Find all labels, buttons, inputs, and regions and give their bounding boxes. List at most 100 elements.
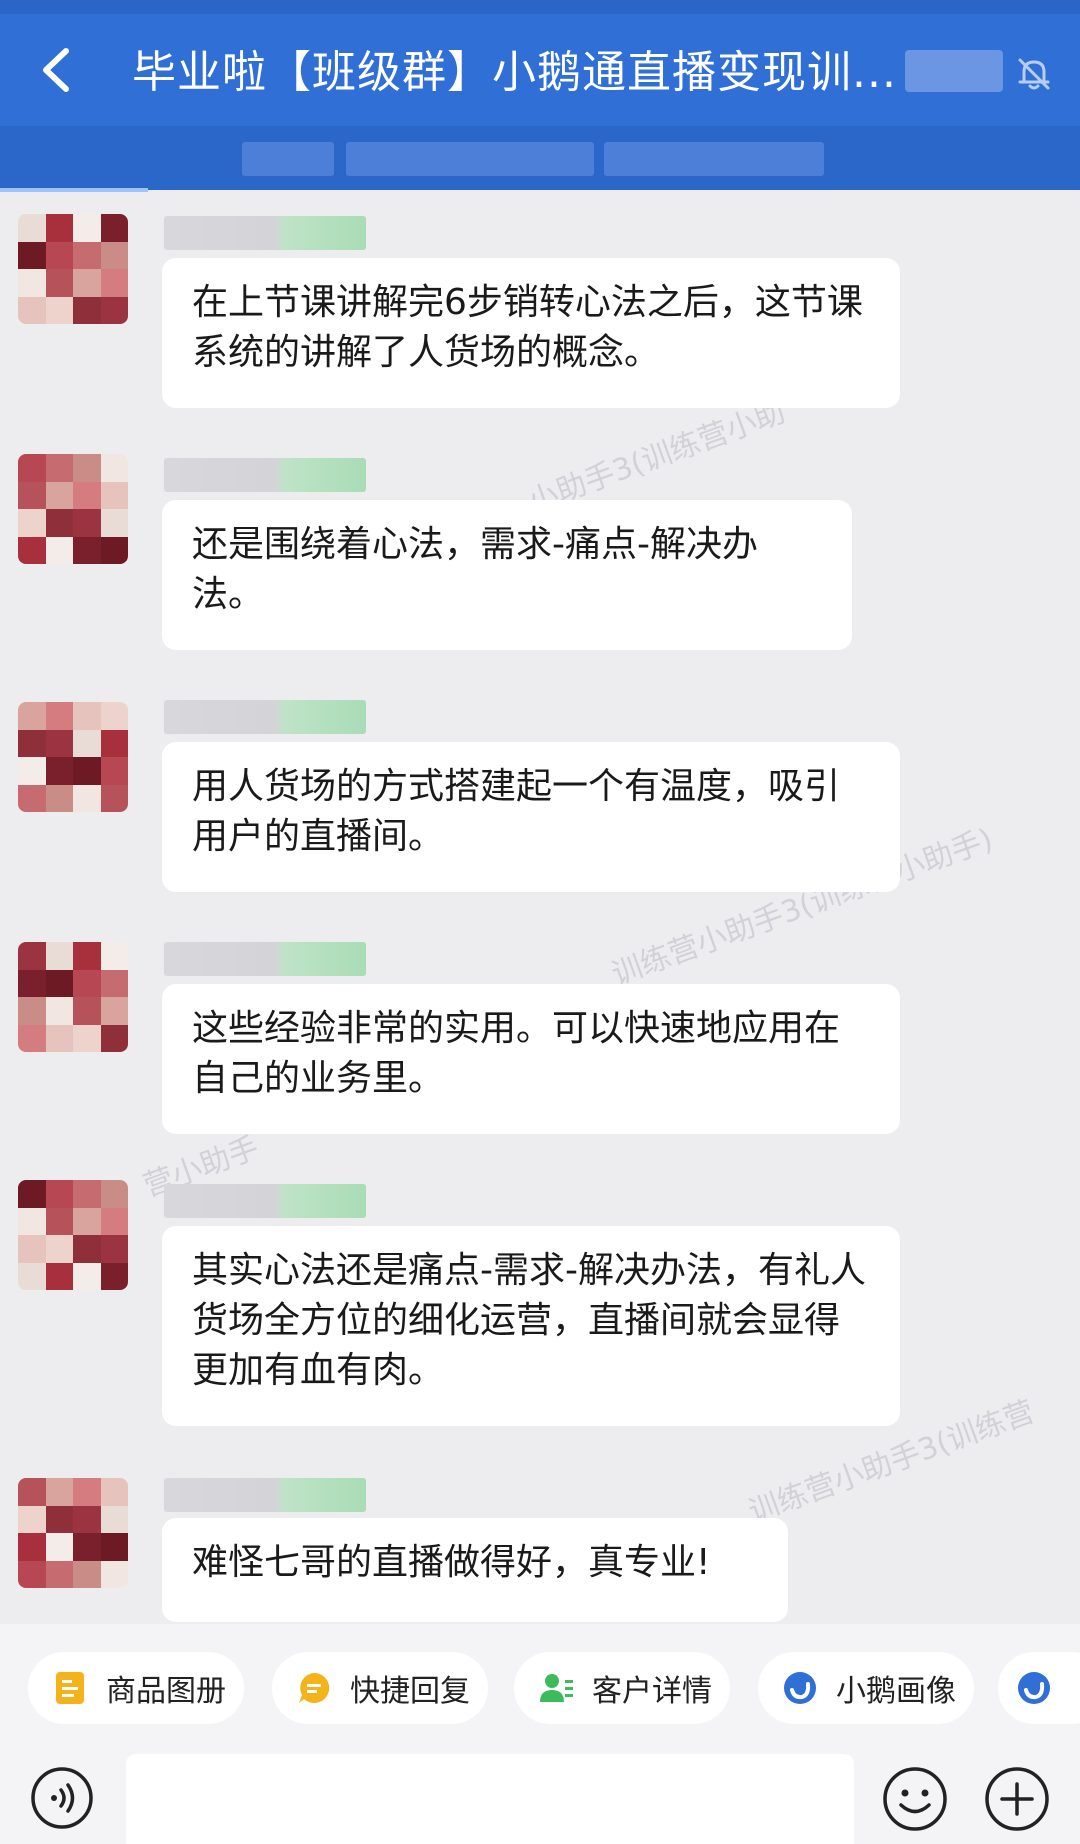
message-bubble[interactable]: 其实心法还是痛点-需求-解决办法，有礼人货场全方位的细化运营，直播间就会显得更加…	[162, 1226, 900, 1426]
avatar-pixel	[73, 214, 101, 242]
sender-name-blurred	[164, 1184, 366, 1218]
avatar-pixel	[100, 269, 128, 297]
avatar-pixel	[18, 1505, 46, 1533]
sender-name-blurred	[164, 942, 366, 976]
avatar-pixel	[45, 296, 73, 324]
avatar-pixel	[73, 1262, 101, 1290]
quick-action-label: 小鹅画像	[836, 1674, 956, 1709]
avatar-pixel	[100, 1533, 128, 1561]
avatar-pixel	[45, 1560, 73, 1588]
avatar-pixel	[45, 942, 73, 970]
avatar-pixel	[73, 1560, 101, 1588]
avatar-pixel	[73, 969, 101, 997]
avatar-pixel	[18, 997, 46, 1025]
avatar-pixel	[73, 729, 101, 757]
avatar-pixel	[73, 481, 101, 509]
avatar-pixel	[45, 454, 73, 482]
avatar-pixel	[18, 269, 46, 297]
avatar-pixel	[100, 1207, 128, 1235]
avatar-pixel	[45, 1533, 73, 1561]
avatar-pixel	[45, 481, 73, 509]
xiaoe-more-icon	[1018, 1672, 1050, 1704]
avatar-pixel	[18, 702, 46, 730]
avatar-pixel	[73, 1207, 101, 1235]
member-count-blurred	[905, 50, 1003, 92]
avatar-pixel	[73, 784, 101, 812]
quick-action-customer-detail[interactable]: 客户详情	[514, 1652, 730, 1724]
avatar-pixel	[73, 509, 101, 537]
avatar-pixel	[100, 1180, 128, 1208]
group-info-blurred	[604, 142, 824, 176]
message-list[interactable]: 小助手3(训练营小助 训练营小助手3(训练营小助手) 营小助手 训练营小助手3(…	[0, 192, 1080, 1622]
message-bubble[interactable]: 这些经验非常的实用。可以快速地应用在自己的业务里。	[162, 984, 900, 1134]
avatar-pixel	[18, 241, 46, 269]
sender-name-blurred	[164, 700, 366, 734]
back-button[interactable]	[28, 40, 84, 100]
avatar-pixel	[100, 757, 128, 785]
avatar-pixel	[45, 1235, 73, 1263]
avatar-pixel	[100, 1235, 128, 1263]
avatar-pixel	[18, 1533, 46, 1561]
product-album-icon	[56, 1672, 84, 1704]
avatar-pixel	[18, 1560, 46, 1588]
plus-icon[interactable]	[984, 1766, 1050, 1832]
avatar-pixel	[100, 296, 128, 324]
avatar-pixel	[18, 784, 46, 812]
quick-action-more[interactable]	[998, 1652, 1080, 1724]
avatar-pixel	[18, 1207, 46, 1235]
message-input[interactable]	[126, 1754, 854, 1844]
message-bubble[interactable]: 还是围绕着心法，需求-痛点-解决办法。	[162, 500, 852, 650]
avatar-pixel	[45, 702, 73, 730]
avatar-pixel	[18, 509, 46, 537]
avatar-pixel	[45, 269, 73, 297]
avatar[interactable]	[18, 702, 128, 812]
avatar[interactable]	[18, 214, 128, 324]
avatar-pixel	[18, 481, 46, 509]
avatar[interactable]	[18, 1180, 128, 1290]
customer-detail-icon	[540, 1674, 573, 1702]
avatar-pixel	[73, 454, 101, 482]
message-bubble[interactable]: 用人货场的方式搭建起一个有温度，吸引用户的直播间。	[162, 742, 900, 892]
avatar-pixel	[45, 1207, 73, 1235]
avatar-pixel	[73, 1478, 101, 1506]
avatar-pixel	[73, 296, 101, 324]
avatar-pixel	[100, 1262, 128, 1290]
avatar-pixel	[45, 757, 73, 785]
voice-icon[interactable]	[30, 1766, 94, 1830]
avatar-pixel	[73, 1180, 101, 1208]
quick-action-xiaoe-portrait[interactable]: 小鹅画像	[758, 1652, 974, 1724]
avatar-pixel	[18, 214, 46, 242]
avatar-pixel	[18, 1024, 46, 1052]
avatar-pixel	[100, 1024, 128, 1052]
group-info-blurred	[346, 142, 594, 176]
avatar-pixel	[73, 241, 101, 269]
avatar[interactable]	[18, 942, 128, 1052]
chat-title: 毕业啦【班级群】小鹅通直播变现训...	[132, 47, 897, 98]
avatar-pixel	[73, 1024, 101, 1052]
avatar-pixel	[18, 1262, 46, 1290]
quick-action-label: 商品图册	[106, 1674, 226, 1709]
avatar-pixel	[18, 969, 46, 997]
avatar-pixel	[100, 536, 128, 564]
avatar-pixel	[73, 536, 101, 564]
avatar-pixel	[18, 1478, 46, 1506]
avatar[interactable]	[18, 454, 128, 564]
emoji-icon[interactable]	[882, 1766, 948, 1832]
status-bar	[0, 0, 1080, 14]
message-bubble[interactable]: 在上节课讲解完6步销转心法之后，这节课系统的讲解了人货场的概念。	[162, 258, 900, 408]
avatar-pixel	[18, 454, 46, 482]
message-bubble[interactable]: 难怪七哥的直播做得好，真专业!	[162, 1518, 788, 1622]
avatar-pixel	[18, 757, 46, 785]
avatar-pixel	[18, 1180, 46, 1208]
sender-name-blurred	[164, 458, 366, 492]
avatar-pixel	[45, 241, 73, 269]
bell-off-icon[interactable]	[1012, 52, 1056, 96]
avatar[interactable]	[18, 1478, 128, 1588]
avatar-pixel	[73, 942, 101, 970]
quick-reply-icon	[299, 1672, 330, 1703]
avatar-pixel	[73, 269, 101, 297]
avatar-pixel	[100, 241, 128, 269]
quick-action-product-album[interactable]: 商品图册	[28, 1652, 244, 1724]
quick-action-quick-reply[interactable]: 快捷回复	[272, 1652, 488, 1724]
chevron-left-icon	[43, 48, 69, 92]
